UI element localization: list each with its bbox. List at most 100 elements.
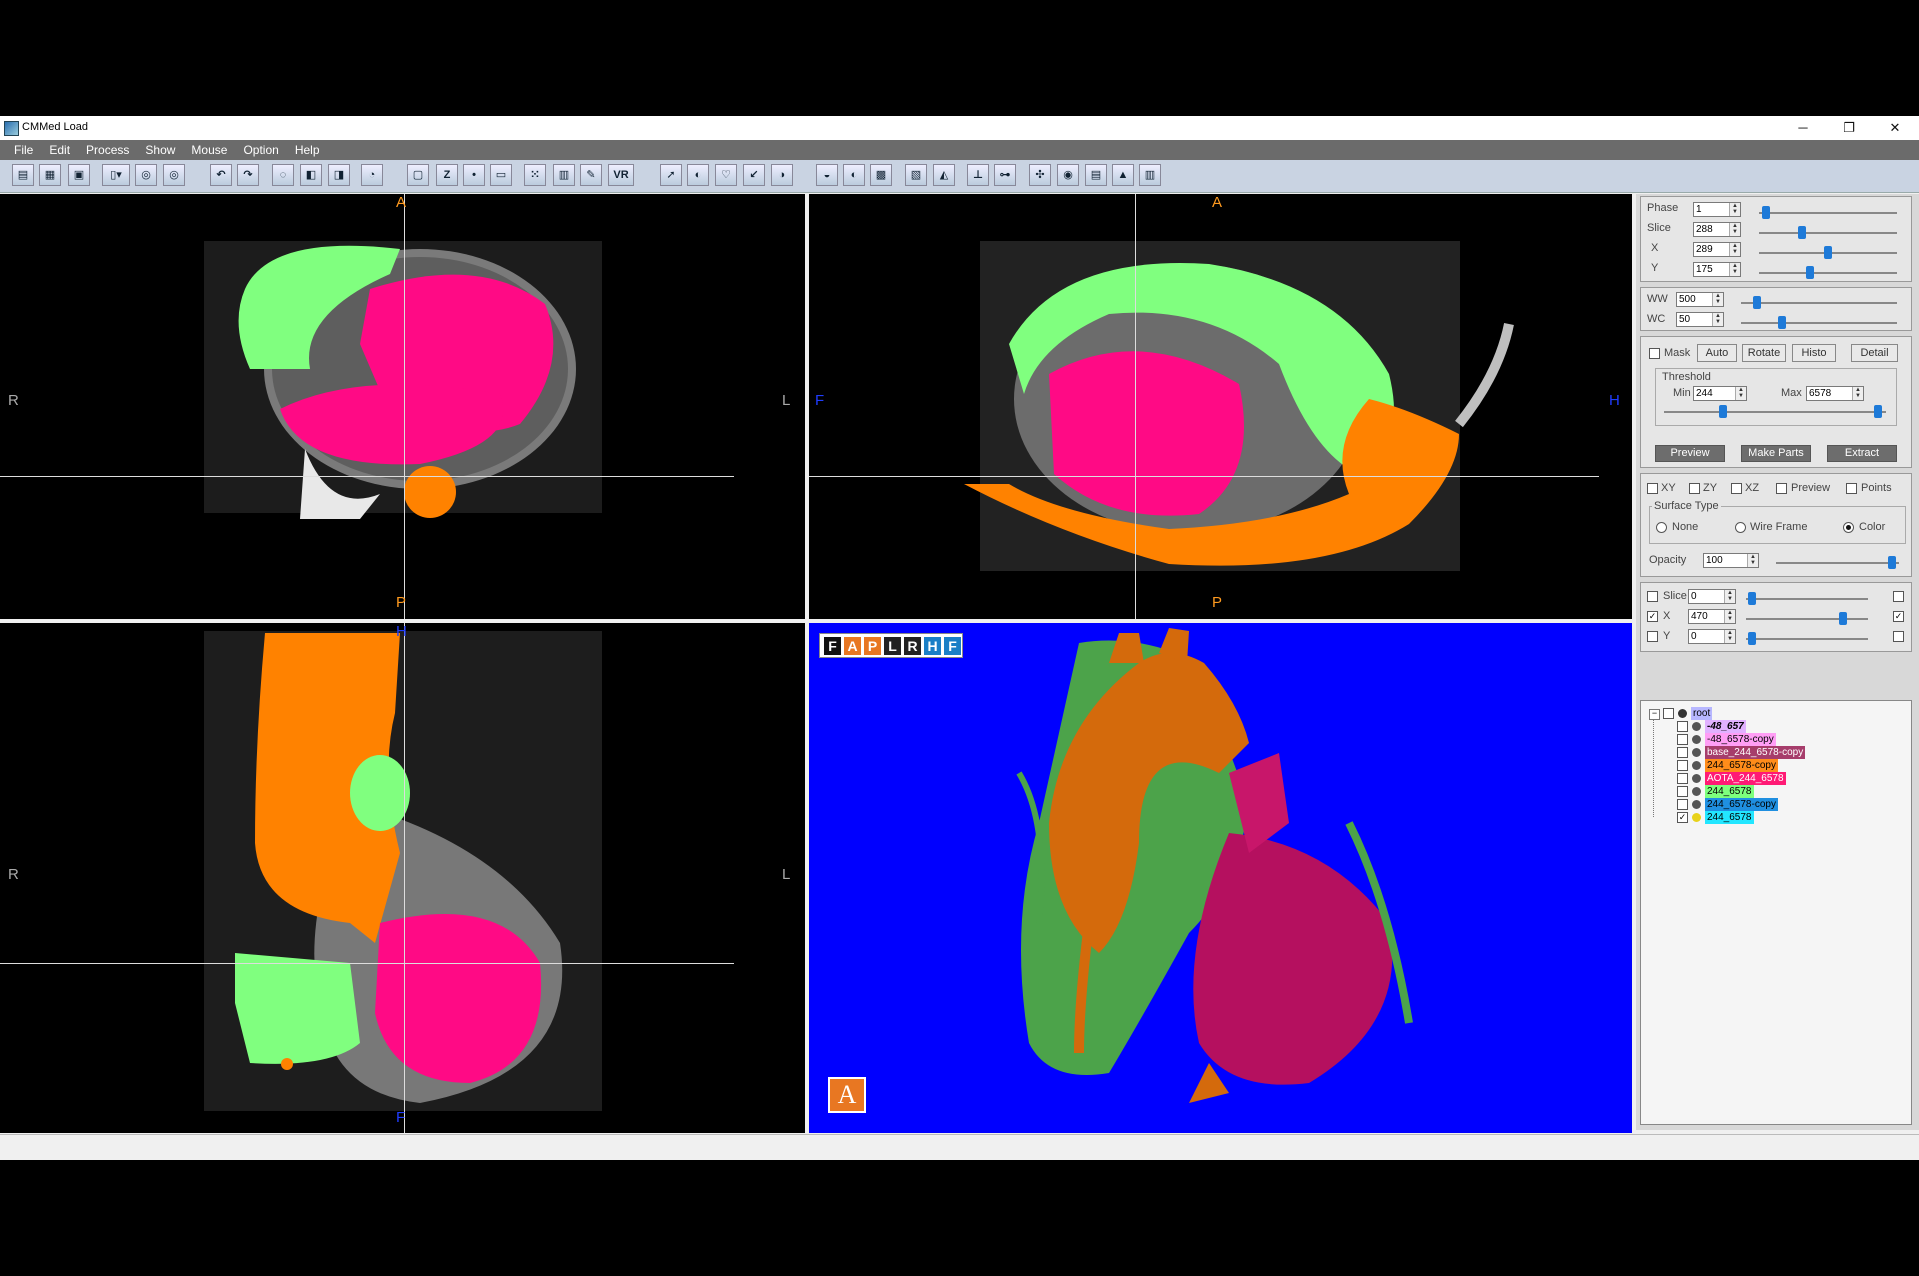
sagittal-viewport[interactable]: A P F H <box>809 194 1632 619</box>
plane-x-slider[interactable] <box>1746 612 1868 625</box>
network-icon[interactable]: ✣ <box>1029 164 1051 186</box>
image-icon[interactable]: ▧ <box>905 164 927 186</box>
visibility-icon[interactable] <box>1692 813 1701 822</box>
mask-checkbox[interactable] <box>1649 348 1660 359</box>
tree-item-checkbox[interactable] <box>1677 747 1688 758</box>
pointer-icon[interactable]: ➚ <box>660 164 682 186</box>
plane-slice-spinner[interactable]: 0 ▲ ▼ <box>1688 589 1736 604</box>
surface-wire-radio[interactable] <box>1735 522 1746 533</box>
slider-thumb[interactable] <box>1748 592 1756 605</box>
histo-button[interactable]: Histo <box>1792 344 1836 362</box>
surface-color-radio[interactable] <box>1843 522 1854 533</box>
visibility-icon[interactable] <box>1692 761 1701 770</box>
cut-shape-icon[interactable]: ◧ <box>300 164 322 186</box>
visibility-icon[interactable] <box>1692 735 1701 744</box>
tree-item-label[interactable]: 244_6578 <box>1705 785 1754 798</box>
threshold-range-slider[interactable] <box>1664 405 1886 418</box>
wc-slider[interactable] <box>1741 316 1897 329</box>
vr-icon[interactable]: VR <box>608 164 634 186</box>
preview-checkbox[interactable] <box>1776 483 1787 494</box>
x-slider[interactable] <box>1759 246 1897 259</box>
menu-option[interactable]: Option <box>235 140 286 160</box>
threshold-min-thumb[interactable] <box>1719 405 1727 418</box>
tree-item-checkbox[interactable]: ✓ <box>1677 812 1688 823</box>
opacity-slider[interactable] <box>1776 556 1899 569</box>
surface-none-radio[interactable] <box>1656 522 1667 533</box>
tree-item[interactable]: AOTA_244_6578 <box>1641 772 1901 785</box>
plane-slice-checkbox[interactable] <box>1647 591 1658 602</box>
spinner-arrows-icon[interactable]: ▲ ▼ <box>1729 243 1740 256</box>
histogram-icon[interactable]: ▩ <box>870 164 892 186</box>
slice-spinner[interactable]: 288 ▲ ▼ <box>1693 222 1741 237</box>
spinner-arrows-icon[interactable]: ▲ ▼ <box>1724 610 1735 623</box>
preview-button[interactable]: Preview <box>1655 445 1725 462</box>
detail-button[interactable]: Detail <box>1851 344 1898 362</box>
tree-item-checkbox[interactable] <box>1677 734 1688 745</box>
menu-show[interactable]: Show <box>137 140 183 160</box>
point-icon[interactable]: • <box>463 164 485 186</box>
select-rect-icon[interactable]: ▢ <box>407 164 429 186</box>
fade-icon[interactable]: ◒ <box>816 164 838 186</box>
visibility-icon[interactable] <box>1678 709 1687 718</box>
tree-item[interactable]: 244_6578 <box>1641 785 1901 798</box>
slider-thumb[interactable] <box>1824 246 1832 259</box>
plane-slice-slider[interactable] <box>1746 592 1868 605</box>
menu-edit[interactable]: Edit <box>41 140 78 160</box>
tree-item[interactable]: ✓ 244_6578 <box>1641 811 1901 824</box>
tree-item-label[interactable]: -48_6578-copy <box>1705 733 1776 746</box>
redo-icon[interactable]: ↷ <box>237 164 259 186</box>
open-file-icon[interactable]: ▤ <box>12 164 34 186</box>
minimize-button[interactable]: ─ <box>1780 116 1826 140</box>
tree-item-label[interactable]: base_244_6578-copy <box>1705 746 1806 759</box>
tree-item-label[interactable]: -48_657 <box>1705 720 1746 733</box>
plane-y-checkbox[interactable] <box>1647 631 1658 642</box>
print-icon[interactable]: ▥ <box>1139 164 1161 186</box>
tree-item[interactable]: base_244_6578-copy <box>1641 746 1901 759</box>
zoom-icon[interactable]: Z <box>436 164 458 186</box>
orientation-cube[interactable]: A <box>828 1077 866 1113</box>
visibility-icon[interactable] <box>1692 748 1701 757</box>
plane-x-spinner[interactable]: 470 ▲ ▼ <box>1688 609 1736 624</box>
rotate-button[interactable]: Rotate <box>1742 344 1786 362</box>
slider-thumb[interactable] <box>1839 612 1847 625</box>
opacity-spinner[interactable]: 100 ▲ ▼ <box>1703 553 1759 568</box>
spinner-arrows-icon[interactable]: ▲ ▼ <box>1729 203 1740 216</box>
spinner-arrows-icon[interactable]: ▲ ▼ <box>1735 387 1746 400</box>
spinner-arrows-icon[interactable]: ▲ ▼ <box>1747 554 1758 567</box>
close-button[interactable]: ✕ <box>1872 116 1918 140</box>
slider-thumb[interactable] <box>1888 556 1896 569</box>
tree-item-label[interactable]: AOTA_244_6578 <box>1705 772 1786 785</box>
grid-icon[interactable]: ⁙ <box>524 164 546 186</box>
threshold-max-thumb[interactable] <box>1874 405 1882 418</box>
slider-thumb[interactable] <box>1762 206 1770 219</box>
plane-x-checkbox[interactable]: ✓ <box>1647 611 1658 622</box>
tree-root[interactable]: root <box>1691 707 1713 720</box>
visibility-icon[interactable] <box>1692 800 1701 809</box>
undo-icon[interactable]: ↶ <box>210 164 232 186</box>
extract-button[interactable]: Extract <box>1827 445 1897 462</box>
threshold-max-spinner[interactable]: 6578 ▲ ▼ <box>1806 386 1864 401</box>
tree-item[interactable]: 244_6578-copy <box>1641 798 1901 811</box>
fill-shape-icon[interactable]: ◨ <box>328 164 350 186</box>
slice-slider[interactable] <box>1759 226 1897 239</box>
menu-file[interactable]: File <box>6 140 41 160</box>
threshold-min-spinner[interactable]: 244 ▲ ▼ <box>1693 386 1747 401</box>
make-parts-button[interactable]: Make Parts <box>1741 445 1811 462</box>
save-icon[interactable]: ▣ <box>68 164 90 186</box>
plane-y-flip-checkbox[interactable] <box>1893 631 1904 642</box>
slider-thumb[interactable] <box>1806 266 1814 279</box>
plane-slice-flip-checkbox[interactable] <box>1893 591 1904 602</box>
report-icon[interactable]: ✎ <box>580 164 602 186</box>
tree-item-label[interactable]: 244_6578-copy <box>1705 798 1778 811</box>
layout-dropdown-icon[interactable]: ▯▾ <box>102 164 130 186</box>
zy-checkbox[interactable] <box>1689 483 1700 494</box>
tree-item-label[interactable]: 244_6578-copy <box>1705 759 1778 772</box>
tree-item[interactable]: -48_657 <box>1641 720 1901 733</box>
spinner-arrows-icon[interactable]: ▲ ▼ <box>1724 630 1735 643</box>
ww-slider[interactable] <box>1741 296 1897 309</box>
xz-checkbox[interactable] <box>1731 483 1742 494</box>
tree-item-checkbox[interactable] <box>1677 799 1688 810</box>
plane-y-slider[interactable] <box>1746 632 1868 645</box>
terrain-icon[interactable]: ◭ <box>933 164 955 186</box>
tree-item-checkbox[interactable] <box>1677 773 1688 784</box>
